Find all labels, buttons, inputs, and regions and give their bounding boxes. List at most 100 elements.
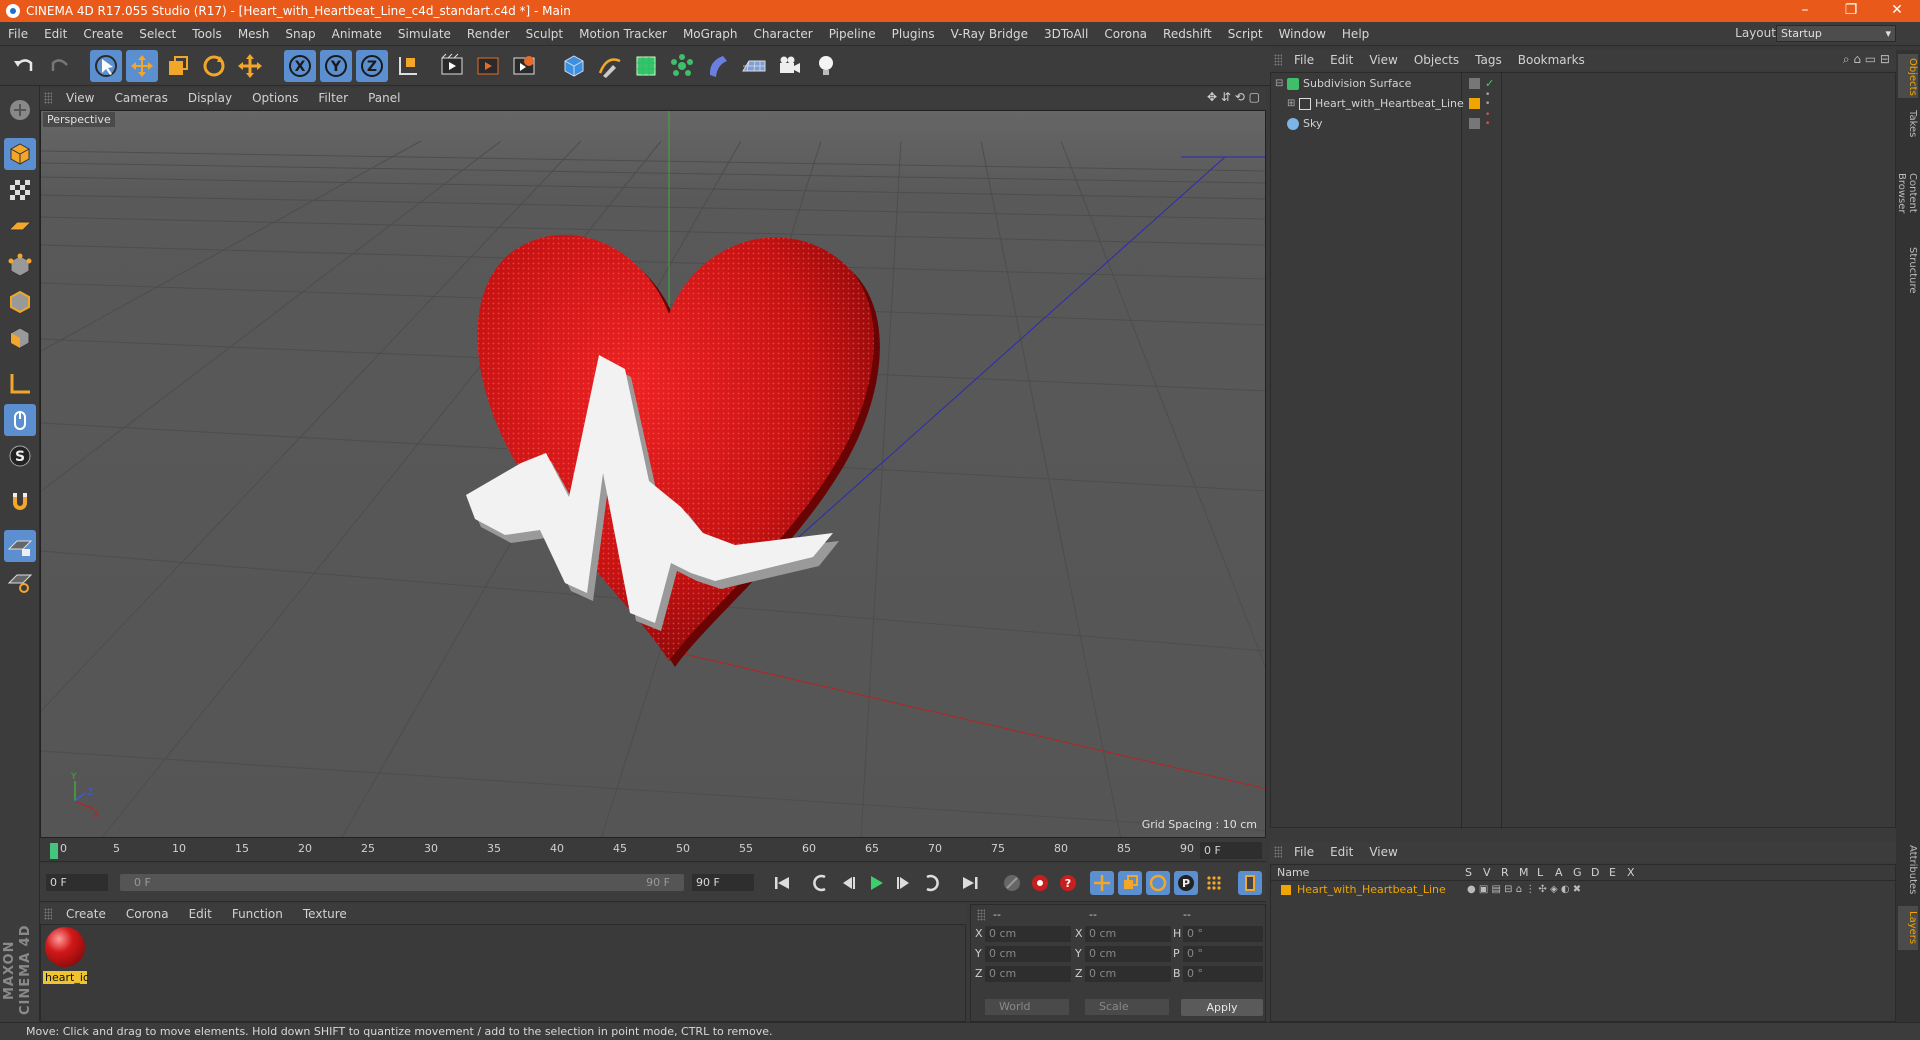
material-menu-function[interactable]: Function	[222, 907, 293, 921]
menu-window[interactable]: Window	[1271, 27, 1334, 41]
perspective-viewport[interactable]: Y X Z Perspective Grid Spacing : 10 cm	[40, 110, 1266, 838]
layer-menu-file[interactable]: File	[1286, 845, 1322, 859]
start-frame-field[interactable]: 0 F	[46, 874, 108, 891]
menu-edit[interactable]: Edit	[36, 27, 75, 41]
viewport-menu-cameras[interactable]: Cameras	[104, 91, 177, 105]
panel-grip-icon[interactable]	[44, 92, 52, 104]
apply-button[interactable]: Apply	[1181, 999, 1263, 1016]
make-editable-icon[interactable]	[4, 94, 36, 126]
goto-end-icon[interactable]	[958, 871, 982, 895]
render-settings-icon[interactable]	[508, 50, 540, 82]
layer-menu-view[interactable]: View	[1361, 845, 1405, 859]
coord-rot-h-field[interactable]: 0 °	[1183, 926, 1263, 942]
menu-create[interactable]: Create	[75, 27, 131, 41]
previous-frame-icon[interactable]	[836, 871, 860, 895]
previous-key-icon[interactable]	[808, 871, 832, 895]
layer-col-deformers[interactable]: D	[1591, 865, 1599, 881]
layer-col-xref[interactable]: X	[1627, 865, 1635, 881]
menu-select[interactable]: Select	[131, 27, 184, 41]
preview-range-slider[interactable]: 0 F 90 F	[120, 874, 684, 891]
menu-tools[interactable]: Tools	[184, 27, 230, 41]
key-position-icon[interactable]	[1090, 871, 1114, 895]
coord-pos-x-field[interactable]: 0 cm	[985, 926, 1071, 942]
key-rotation-icon[interactable]	[1146, 871, 1170, 895]
key-scale-icon[interactable]	[1118, 871, 1142, 895]
tab-structure[interactable]: Structure	[1898, 242, 1918, 298]
array-mograph-icon[interactable]	[666, 50, 698, 82]
material-preview-ball[interactable]	[45, 927, 85, 967]
coord-pos-z-field[interactable]: 0 cm	[985, 966, 1071, 982]
cube-primitive-icon[interactable]	[558, 50, 590, 82]
edit-visibility-icon[interactable]	[1469, 118, 1480, 129]
menu-character[interactable]: Character	[745, 27, 820, 41]
live-selection-icon[interactable]	[90, 50, 122, 82]
visibility-dots-icon[interactable]: • •	[1485, 91, 1490, 109]
points-mode-icon[interactable]	[4, 250, 36, 282]
tab-layers[interactable]: Layers	[1898, 906, 1918, 950]
panel-grip-icon[interactable]	[977, 909, 985, 921]
close-button[interactable]: ✕	[1874, 0, 1920, 22]
edges-mode-icon[interactable]	[4, 286, 36, 318]
texture-mode-icon[interactable]	[4, 174, 36, 206]
camera-icon[interactable]	[774, 50, 806, 82]
layer-color-chip[interactable]	[1281, 885, 1291, 895]
panel-grip-icon[interactable]	[1274, 54, 1282, 66]
material-menu-edit[interactable]: Edit	[179, 907, 222, 921]
polygons-mode-icon[interactable]	[4, 322, 36, 354]
key-point-level-icon[interactable]	[1202, 871, 1226, 895]
object-menu-edit[interactable]: Edit	[1322, 53, 1361, 67]
coord-pos-y-field[interactable]: 0 cm	[985, 946, 1071, 962]
object-row-sky[interactable]: Sky • •	[1271, 111, 1895, 133]
menu-plugins[interactable]: Plugins	[884, 27, 943, 41]
timeline-ruler[interactable]: 0 5 10 15 20 25 30 35 40 45 50 55 60 65 …	[40, 840, 1266, 862]
coord-rot-b-field[interactable]: 0 °	[1183, 966, 1263, 982]
coord-size-x-field[interactable]: 0 cm	[1085, 926, 1171, 942]
object-name[interactable]: Subdivision Surface	[1303, 75, 1411, 93]
recent-tool-icon[interactable]	[234, 50, 266, 82]
material-menu-texture[interactable]: Texture	[293, 907, 357, 921]
layer-flag-icons[interactable]: ● ▣ ▤ ⊟ ⌂ ⋮ ✣ ◈ ◐ ✖	[1467, 882, 1581, 898]
bend-deformer-icon[interactable]	[702, 50, 734, 82]
tab-takes[interactable]: Takes	[1898, 104, 1918, 144]
tweak-mode-icon[interactable]	[4, 404, 36, 436]
layer-col-manager[interactable]: M	[1519, 865, 1529, 881]
object-menu-file[interactable]: File	[1286, 53, 1322, 67]
layer-col-expressions[interactable]: E	[1609, 865, 1616, 881]
workplane-icon[interactable]	[4, 210, 36, 242]
coord-rot-p-field[interactable]: 0 °	[1183, 946, 1263, 962]
menu-animate[interactable]: Animate	[324, 27, 390, 41]
menu-sculpt[interactable]: Sculpt	[518, 27, 571, 41]
menu-simulate[interactable]: Simulate	[390, 27, 459, 41]
coord-size-z-field[interactable]: 0 cm	[1085, 966, 1171, 982]
object-manager-search-home-icons[interactable]: ⌕ ⌂ ▭ ⊟	[1843, 52, 1890, 67]
menu-script[interactable]: Script	[1220, 27, 1271, 41]
tab-attributes[interactable]: Attributes	[1898, 840, 1918, 900]
end-frame-field[interactable]: 90 F	[692, 874, 754, 891]
spline-pen-icon[interactable]	[594, 50, 626, 82]
scale-tool-icon[interactable]	[162, 50, 194, 82]
object-menu-bookmarks[interactable]: Bookmarks	[1510, 53, 1593, 67]
layer-color-chip[interactable]	[1469, 98, 1480, 109]
object-row-heart[interactable]: ⊞ Heart_with_Heartbeat_Line • •	[1271, 91, 1895, 113]
viewport-menu-view[interactable]: View	[56, 91, 104, 105]
axis-mode-icon[interactable]	[4, 368, 36, 400]
next-frame-icon[interactable]	[892, 871, 916, 895]
menu-file[interactable]: File	[0, 27, 36, 41]
menu-corona[interactable]: Corona	[1096, 27, 1155, 41]
material-swatch[interactable]: heart_ic	[41, 925, 91, 989]
viewport-menu-panel[interactable]: Panel	[358, 91, 410, 105]
maximize-button[interactable]: ❐	[1828, 0, 1874, 22]
layout-select[interactable]: Startup	[1776, 25, 1896, 42]
menu-vray-bridge[interactable]: V-Ray Bridge	[943, 27, 1036, 41]
object-name[interactable]: Sky	[1303, 115, 1322, 133]
visibility-dots-icon[interactable]: • •	[1485, 111, 1490, 129]
y-axis-toggle[interactable]: Y	[320, 50, 352, 82]
next-key-icon[interactable]	[920, 871, 944, 895]
light-icon[interactable]	[810, 50, 842, 82]
timeline-playhead[interactable]	[50, 843, 58, 859]
coord-space-select[interactable]: World	[985, 999, 1069, 1015]
layer-col-generators[interactable]: G	[1573, 865, 1582, 881]
rotate-tool-icon[interactable]	[198, 50, 230, 82]
material-menu-create[interactable]: Create	[56, 907, 116, 921]
layer-col-name[interactable]: Name	[1277, 865, 1309, 881]
